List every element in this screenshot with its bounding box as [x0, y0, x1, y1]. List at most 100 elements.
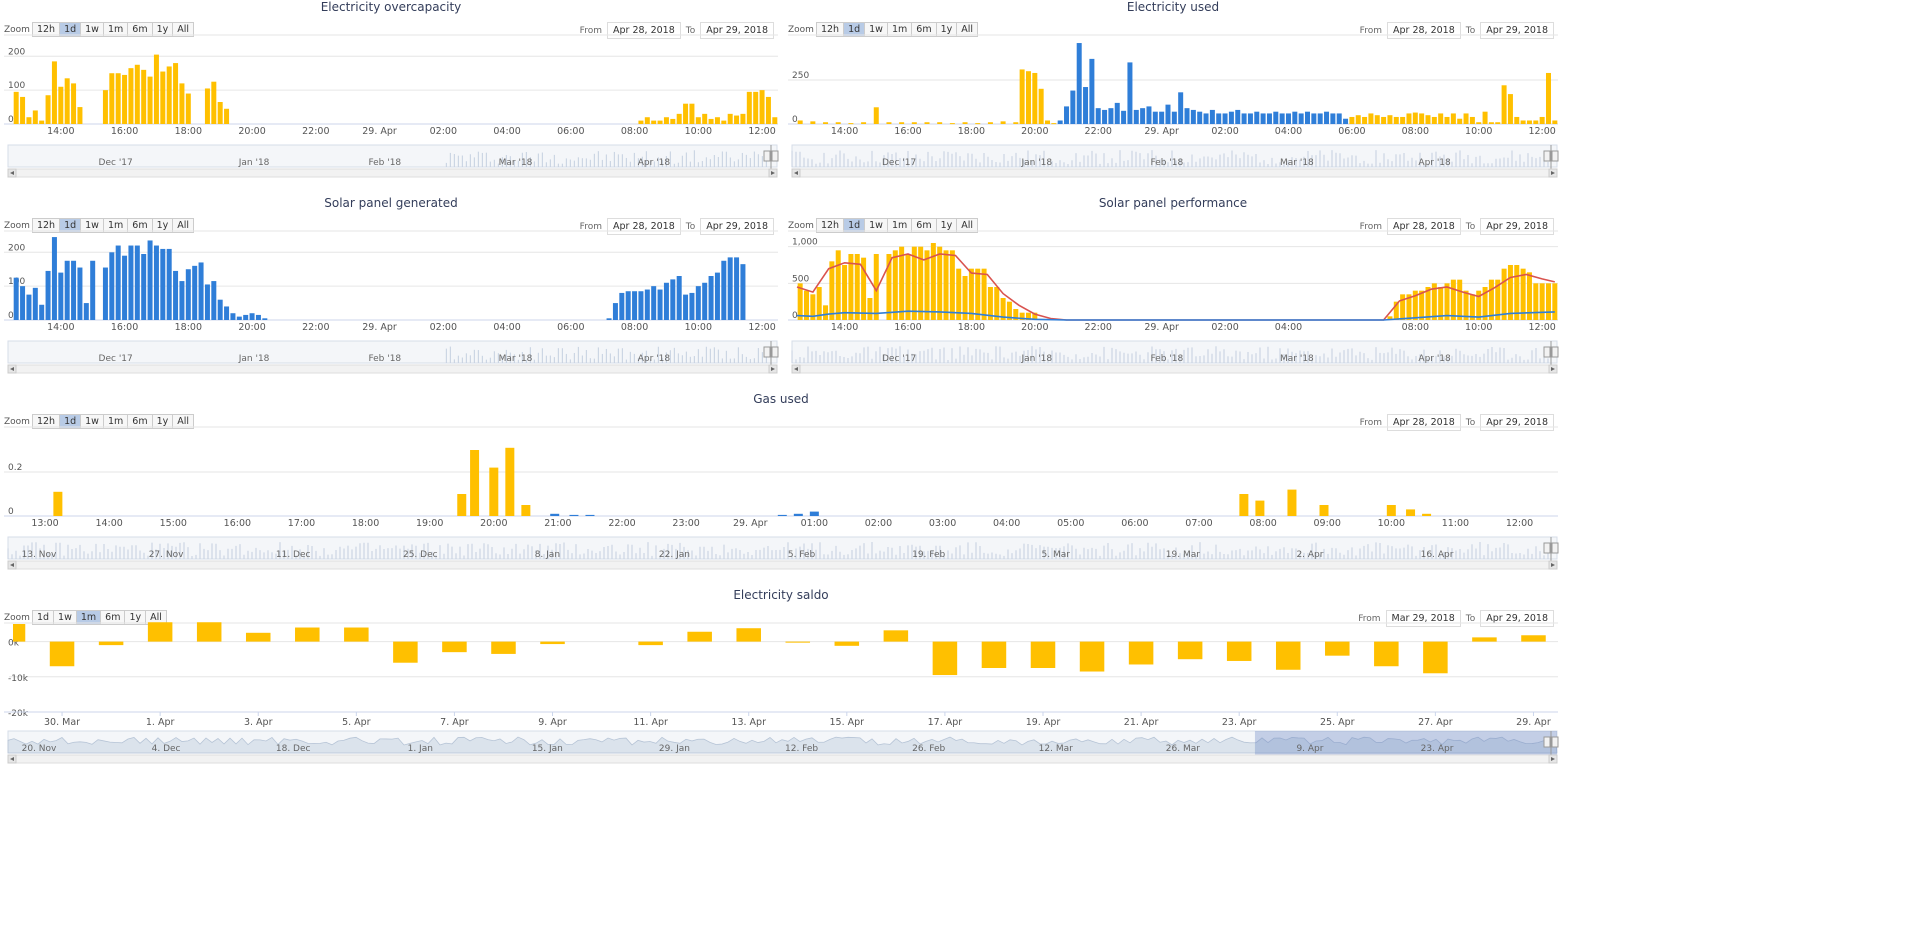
bar[interactable] [1076, 43, 1082, 124]
bar[interactable] [765, 96, 771, 124]
bar[interactable] [663, 282, 669, 320]
bar[interactable] [1419, 290, 1425, 320]
scrollbar[interactable] [791, 168, 1558, 178]
bar[interactable] [823, 122, 829, 124]
bar[interactable] [1425, 115, 1431, 124]
bar[interactable] [217, 102, 223, 124]
bar[interactable] [1319, 505, 1329, 516]
bar[interactable] [13, 624, 26, 642]
bar[interactable] [521, 505, 531, 516]
bar[interactable] [1526, 120, 1532, 124]
bar[interactable] [211, 281, 217, 320]
bar[interactable] [1381, 116, 1387, 124]
bar[interactable] [1216, 113, 1222, 124]
bar[interactable] [1457, 279, 1463, 320]
bar[interactable] [1285, 113, 1291, 124]
bar[interactable] [1406, 509, 1416, 516]
bar[interactable] [1127, 62, 1133, 124]
bar[interactable] [663, 117, 669, 124]
bar[interactable] [746, 91, 752, 124]
bar[interactable] [638, 120, 644, 124]
bar[interactable] [689, 103, 695, 124]
bar[interactable] [657, 120, 663, 124]
bar[interactable] [550, 513, 560, 516]
bar[interactable] [393, 641, 418, 663]
bar[interactable] [53, 491, 63, 516]
bar[interactable] [1552, 283, 1558, 320]
navigator-handle[interactable] [771, 150, 779, 162]
bar[interactable] [632, 291, 638, 320]
bar[interactable] [867, 298, 873, 320]
bar[interactable] [1273, 111, 1279, 124]
bar[interactable] [39, 304, 45, 320]
bar[interactable] [134, 245, 140, 320]
bar[interactable] [1450, 279, 1456, 320]
bar[interactable] [1260, 113, 1266, 124]
bar[interactable] [734, 115, 740, 124]
bar[interactable] [71, 260, 77, 320]
bar[interactable] [58, 272, 64, 320]
bar[interactable] [217, 299, 223, 320]
bar[interactable] [949, 123, 955, 125]
bar[interactable] [1275, 641, 1301, 670]
bar[interactable] [1311, 113, 1317, 124]
bar[interactable] [638, 291, 644, 320]
bar[interactable] [1247, 113, 1253, 124]
bar[interactable] [102, 267, 108, 320]
bar[interactable] [1032, 72, 1038, 124]
bar[interactable] [1254, 111, 1260, 124]
bar[interactable] [1539, 283, 1545, 320]
bar[interactable] [49, 641, 75, 667]
bar[interactable] [1159, 111, 1165, 124]
bar[interactable] [489, 467, 499, 516]
bar[interactable] [192, 265, 198, 320]
bar[interactable] [166, 248, 172, 320]
scrollbar-track[interactable] [7, 168, 778, 178]
bar[interactable] [759, 90, 765, 124]
bar[interactable] [994, 287, 1000, 320]
bar[interactable] [1184, 108, 1190, 124]
bar[interactable] [708, 118, 714, 124]
bar[interactable] [1044, 120, 1050, 124]
bar[interactable] [683, 103, 689, 124]
bar[interactable] [71, 83, 77, 124]
bar[interactable] [1400, 294, 1406, 320]
bar[interactable] [102, 90, 108, 124]
bar[interactable] [975, 268, 981, 320]
bar[interactable] [115, 73, 121, 124]
navigator-handle[interactable] [1551, 542, 1559, 554]
bar[interactable] [32, 287, 38, 320]
bar[interactable] [1222, 113, 1228, 124]
bar[interactable] [51, 61, 57, 124]
bar[interactable] [1079, 641, 1105, 672]
bar[interactable] [1089, 58, 1095, 124]
bar[interactable] [1450, 113, 1456, 124]
bar[interactable] [1330, 113, 1336, 124]
bar[interactable] [83, 303, 89, 320]
bar[interactable] [1533, 120, 1539, 124]
navigator-handle[interactable] [763, 150, 771, 162]
bar[interactable] [1133, 109, 1139, 124]
bar[interactable] [1128, 641, 1154, 665]
bar[interactable] [1197, 111, 1203, 124]
bar[interactable] [160, 71, 166, 124]
bar[interactable] [128, 68, 134, 124]
bar[interactable] [1431, 116, 1437, 124]
bar[interactable] [1083, 87, 1089, 124]
bar[interactable] [1228, 111, 1234, 124]
bar[interactable] [937, 246, 943, 320]
bar[interactable] [1177, 641, 1203, 660]
bar[interactable] [1255, 500, 1265, 516]
bar[interactable] [77, 267, 83, 320]
bar[interactable] [689, 292, 695, 320]
bar[interactable] [899, 122, 905, 124]
bar[interactable] [1412, 112, 1418, 124]
bar[interactable] [1305, 111, 1311, 124]
bar[interactable] [1336, 113, 1342, 124]
bar[interactable] [45, 95, 51, 124]
bar[interactable] [687, 631, 712, 642]
bar[interactable] [695, 117, 701, 124]
bar[interactable] [243, 314, 249, 320]
bar[interactable] [702, 113, 708, 124]
bar[interactable] [491, 641, 516, 654]
